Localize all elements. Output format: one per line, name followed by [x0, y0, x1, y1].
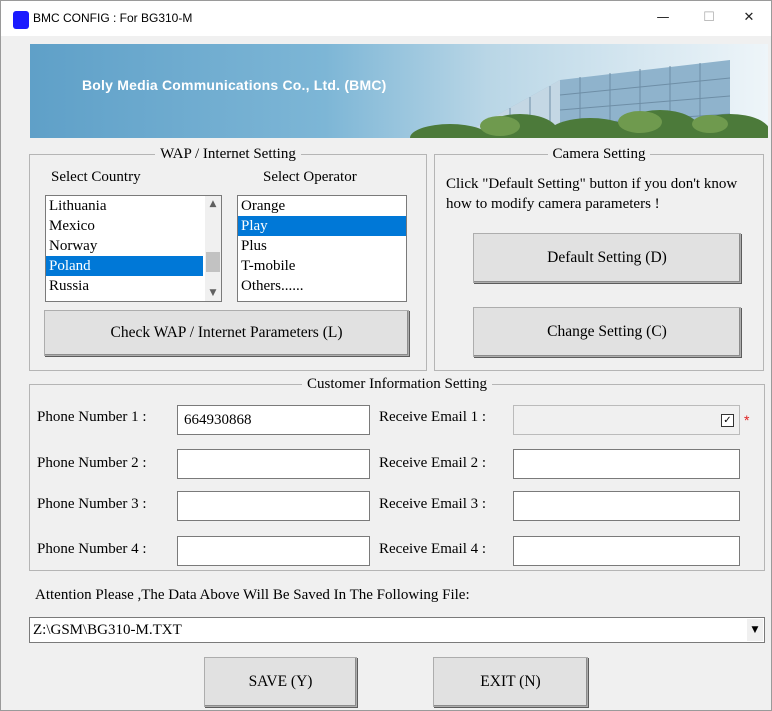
phone-4-label: Phone Number 4 : — [37, 541, 147, 557]
select-country-label: Select Country — [51, 169, 141, 185]
phone-1-label: Phone Number 1 : — [37, 409, 147, 425]
operator-item[interactable]: Others...... — [238, 276, 406, 296]
default-setting-button[interactable]: Default Setting (D) — [473, 233, 741, 283]
operator-item[interactable]: Plus — [238, 236, 406, 256]
operator-listbox[interactable]: Orange Play Plus T-mobile Others...... — [237, 195, 407, 302]
change-setting-button[interactable]: Change Setting (C) — [473, 307, 741, 357]
wap-internet-legend: WAP / Internet Setting — [160, 146, 296, 162]
change-setting-label: Change Setting (C) — [547, 323, 667, 340]
attention-text: Attention Please ,The Data Above Will Be… — [35, 587, 470, 603]
email-4-input[interactable] — [513, 536, 740, 566]
email-2-label: Receive Email 2 : — [379, 455, 487, 471]
scroll-thumb[interactable] — [206, 252, 220, 272]
email-4-label: Receive Email 4 : — [379, 541, 487, 557]
scroll-up-icon[interactable]: ▲ — [205, 196, 221, 212]
save-button[interactable]: SAVE (Y) — [204, 657, 357, 707]
operator-item[interactable]: Orange — [238, 196, 406, 216]
email-3-label: Receive Email 3 : — [379, 496, 487, 512]
phone-4-input[interactable] — [177, 536, 370, 566]
email-3-input[interactable] — [513, 491, 740, 521]
camera-setting-legend: Camera Setting — [552, 146, 646, 162]
save-button-label: SAVE (Y) — [248, 673, 313, 690]
scroll-down-icon[interactable]: ▼ — [205, 285, 221, 301]
country-item[interactable]: Mexico — [46, 216, 221, 236]
select-operator-label: Select Operator — [263, 169, 357, 185]
customer-info-legend: Customer Information Setting — [307, 376, 487, 392]
company-banner: Boly Media Communications Co., Ltd. (BMC… — [30, 44, 768, 138]
phone-3-input[interactable] — [177, 491, 370, 521]
country-item[interactable]: Russia — [46, 276, 221, 296]
check-wap-button-label: Check WAP / Internet Parameters (L) — [110, 324, 343, 341]
exit-button-label: EXIT (N) — [480, 673, 541, 690]
app-icon — [13, 11, 29, 29]
country-item-selected[interactable]: Poland — [46, 256, 203, 276]
required-mark: * — [744, 412, 750, 428]
exit-button[interactable]: EXIT (N) — [433, 657, 588, 707]
country-scrollbar[interactable]: ▲ ▼ — [205, 196, 221, 301]
phone-2-input[interactable] — [177, 449, 370, 479]
chevron-down-icon[interactable]: ▼ — [747, 619, 763, 641]
email-1-label: Receive Email 1 : — [379, 409, 487, 425]
email-1-input[interactable] — [513, 405, 740, 435]
camera-hint-text: Click "Default Setting" button if you do… — [446, 176, 738, 212]
check-wap-button[interactable]: Check WAP / Internet Parameters (L) — [44, 310, 409, 356]
file-path-combobox[interactable]: Z:\GSM\BG310-M.TXT ▼ — [29, 617, 765, 643]
country-item[interactable]: Lithuania — [46, 196, 221, 216]
close-button[interactable]: ✕ — [726, 0, 772, 36]
email-1-checkbox[interactable]: ✓ — [721, 414, 734, 427]
minimize-button[interactable]: — — [640, 0, 686, 36]
country-item[interactable]: Norway — [46, 236, 221, 256]
default-setting-label: Default Setting (D) — [547, 249, 667, 266]
operator-item[interactable]: T-mobile — [238, 256, 406, 276]
file-path-value: Z:\GSM\BG310-M.TXT — [33, 622, 182, 638]
trees-graphic — [410, 110, 768, 138]
window-title: BMC CONFIG : For BG310-M — [33, 11, 193, 25]
country-listbox[interactable]: Lithuania Mexico Norway Poland Russia ▲ … — [45, 195, 222, 302]
title-bar: BMC CONFIG : For BG310-M — ☐ ✕ — [0, 0, 772, 36]
phone-2-label: Phone Number 2 : — [37, 455, 147, 471]
operator-item-selected[interactable]: Play — [238, 216, 406, 236]
phone-1-input[interactable]: 664930868 — [177, 405, 370, 435]
phone-3-label: Phone Number 3 : — [37, 496, 147, 512]
company-name: Boly Media Communications Co., Ltd. (BMC… — [82, 77, 387, 93]
email-2-input[interactable] — [513, 449, 740, 479]
